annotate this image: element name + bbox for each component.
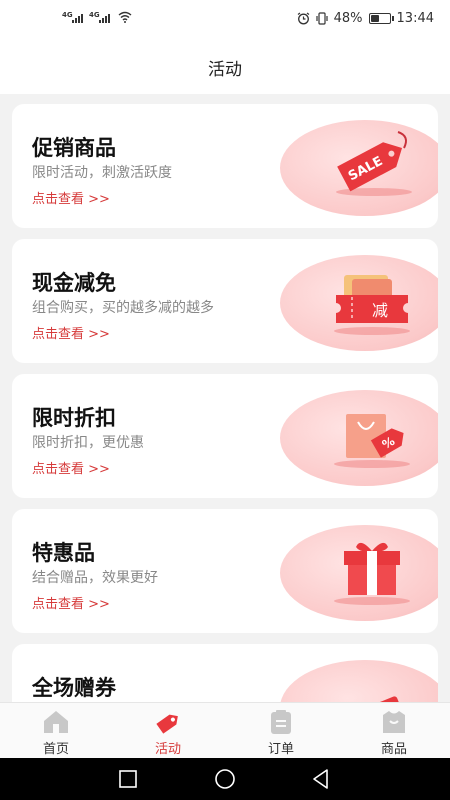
sale-tag-icon: SALE xyxy=(336,131,412,196)
status-signals: 4G 4G xyxy=(62,11,132,23)
signal-icon: 4G xyxy=(62,11,83,23)
card-title: 促销商品 xyxy=(32,136,116,160)
wifi-icon xyxy=(118,11,132,23)
page-title: 活动 xyxy=(208,59,242,80)
card-title: 限时折扣 xyxy=(32,406,116,430)
back-button[interactable] xyxy=(308,766,334,792)
bottom-tab-bar: 首页 活动 订单 商品 xyxy=(0,702,450,758)
tab-goods[interactable]: 商品 xyxy=(338,703,450,759)
reduce-label: 减 xyxy=(372,301,388,320)
tab-label: 首页 xyxy=(42,742,69,757)
view-more-link[interactable]: 点击查看 >> xyxy=(32,458,110,477)
card-description: 限时折扣，更优惠 xyxy=(32,435,144,451)
card-description: 限时活动，刺激活跃度 xyxy=(32,165,172,181)
page-header: 活动 xyxy=(0,40,450,94)
battery-icon xyxy=(368,13,394,24)
signal-icon: 4G xyxy=(89,11,110,23)
activity-tag-icon xyxy=(156,714,178,734)
clock: 13:44 xyxy=(396,11,434,26)
activity-card-cash-reduction[interactable]: 现金减免 组合购买，买的越多减的越多 点击查看 >> 减 xyxy=(12,239,438,363)
system-nav-bar xyxy=(0,758,450,800)
status-right: 48% 13:44 xyxy=(297,11,434,26)
tab-label: 商品 xyxy=(380,742,407,757)
tab-home[interactable]: 首页 xyxy=(0,703,112,759)
tab-activity[interactable]: 活动 xyxy=(112,703,224,759)
view-more-link[interactable]: 点击查看 >> xyxy=(32,323,110,342)
activity-card-promotion[interactable]: 促销商品 限时活动，刺激活跃度 点击查看 >> SALE xyxy=(12,104,438,228)
tab-label: 订单 xyxy=(267,742,294,757)
vibrate-icon xyxy=(316,12,328,25)
card-title: 特惠品 xyxy=(32,541,95,565)
network-type-label: 4G xyxy=(89,11,100,19)
home-icon xyxy=(44,711,68,733)
activity-list: 促销商品 限时活动，刺激活跃度 点击查看 >> SALE 现金减免 组合购买，买… xyxy=(12,104,438,702)
tab-label: 活动 xyxy=(154,742,181,757)
card-title: 现金减免 xyxy=(32,271,116,295)
tab-orders[interactable]: 订单 xyxy=(225,703,337,759)
gift-box-icon xyxy=(334,542,410,605)
activity-card-limited-discount[interactable]: 限时折扣 限时折扣，更优惠 点击查看 >> % xyxy=(12,374,438,498)
order-icon xyxy=(271,710,291,734)
network-type-label: 4G xyxy=(62,11,73,19)
view-more-link[interactable]: 点击查看 >> xyxy=(32,593,110,612)
battery-percent: 48% xyxy=(333,11,363,26)
card-description: 结合赠品，效果更好 xyxy=(32,570,158,586)
goods-icon xyxy=(383,711,405,733)
ticket-icon xyxy=(343,696,404,702)
card-description: 组合购买，买的越多减的越多 xyxy=(32,300,214,316)
view-more-link[interactable]: 点击查看 >> xyxy=(32,188,110,207)
recent-apps-button[interactable] xyxy=(115,766,141,792)
home-button[interactable] xyxy=(212,766,238,792)
activity-card-coupon[interactable]: 全场赠券 xyxy=(12,644,438,702)
cash-coupon-icon: 减 xyxy=(334,275,410,335)
card-title: 全场赠券 xyxy=(32,676,116,700)
alarm-icon xyxy=(297,12,309,25)
discount-bag-icon: % xyxy=(334,414,410,468)
status-bar: 4G 4G 48% 13:44 xyxy=(0,0,450,40)
activity-card-special-offer[interactable]: 特惠品 结合赠品，效果更好 点击查看 >> xyxy=(12,509,438,633)
